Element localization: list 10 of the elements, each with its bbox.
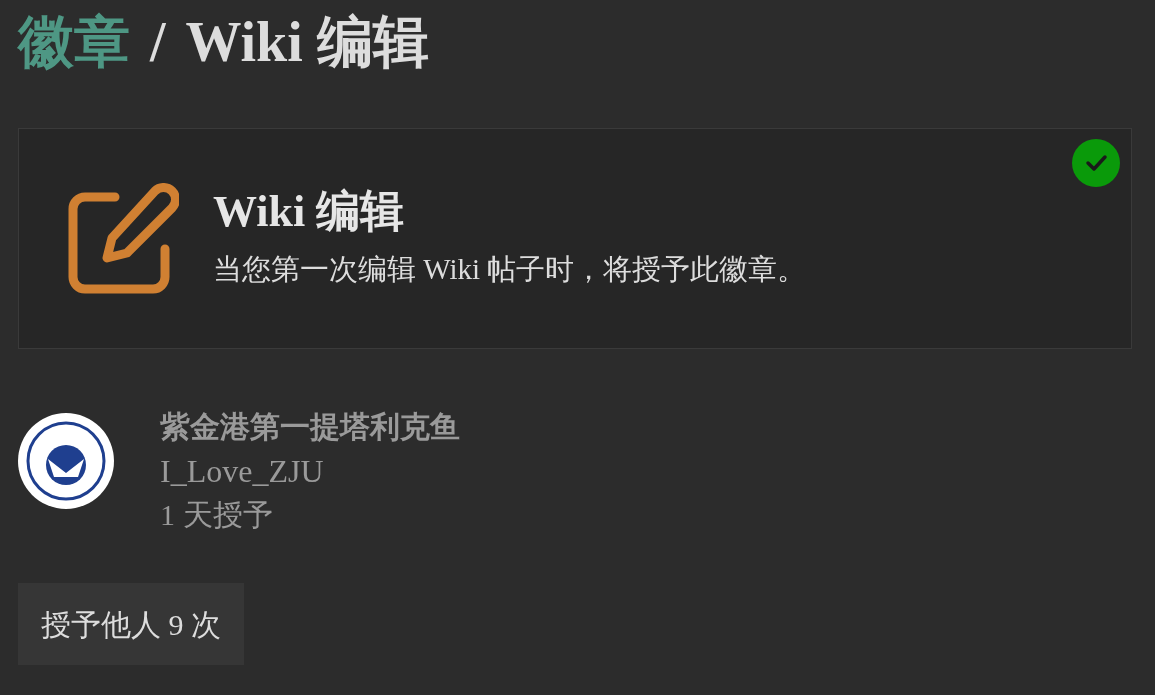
page-title: Wiki 编辑 [185, 14, 429, 70]
breadcrumb-link[interactable]: 徽章 [18, 14, 130, 70]
more-grants-button[interactable]: 授予他人 9 次 [18, 583, 244, 665]
grant-time: 1 天授予 [160, 497, 274, 533]
pencil-square-icon [67, 182, 179, 295]
badge-description: 当您第一次编辑 Wiki 帖子时，将授予此徽章。 [213, 251, 807, 287]
user-name[interactable]: 紫金港第一提塔利克鱼 [160, 405, 460, 449]
badge-title: Wiki 编辑 [213, 185, 406, 238]
username[interactable]: I_Love_ZJU [160, 449, 460, 493]
breadcrumb-separator: / [150, 14, 166, 70]
